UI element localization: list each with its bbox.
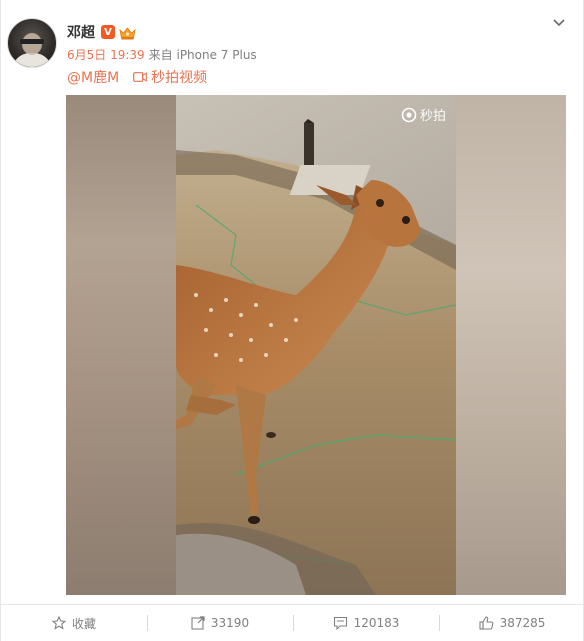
thumbs-up-icon [479,616,493,630]
weibo-post-card: 邓超 V 6月5日 19:39 来自 iPhone 7 Plus @M鹿M 秒拍… [0,0,584,641]
video-blur-left [66,95,176,595]
comment-count: 120183 [353,616,400,630]
miaopai-logo-icon [401,107,417,122]
star-icon [51,616,66,630]
video-player[interactable]: 秒拍 [66,95,566,595]
avatar-shoulders [12,53,52,67]
video-blur-right [456,95,566,595]
avatar-face [22,33,42,55]
like-count: 387285 [499,616,546,630]
action-bar: 收藏 33190 120183 387285 [1,604,584,641]
video-link[interactable]: 秒拍视频 [133,67,207,87]
comment-icon [333,616,347,630]
chevron-down-icon[interactable] [551,14,567,30]
post-timestamp-link[interactable]: 6月5日 19:39 [67,46,145,63]
username-link[interactable]: 邓超 [67,22,95,42]
avatar[interactable] [7,18,57,68]
avatar-glasses [20,39,44,44]
like-button[interactable]: 387285 [439,613,584,633]
verified-badge-icon[interactable]: V [101,25,115,39]
post-text: @M鹿M 秒拍视频 [67,68,207,86]
post-meta: 6月5日 19:39 来自 iPhone 7 Plus [67,46,257,63]
share-button[interactable]: 33190 [147,613,293,633]
post-header: 邓超 V [67,23,136,41]
video-link-label: 秒拍视频 [151,70,208,86]
favorite-label: 收藏 [71,616,96,631]
video-frame-deer [176,95,456,595]
share-count: 33190 [210,616,250,630]
comment-button[interactable]: 120183 [293,613,439,633]
member-crown-icon[interactable] [119,25,136,40]
video-camera-icon [133,72,148,82]
mention-link[interactable]: @M鹿M [67,67,119,87]
video-watermark: 秒拍 [401,105,446,124]
share-icon [191,616,205,630]
watermark-text: 秒拍 [419,109,446,124]
post-source: 来自 iPhone 7 Plus [148,48,257,62]
favorite-button[interactable]: 收藏 [1,613,147,633]
